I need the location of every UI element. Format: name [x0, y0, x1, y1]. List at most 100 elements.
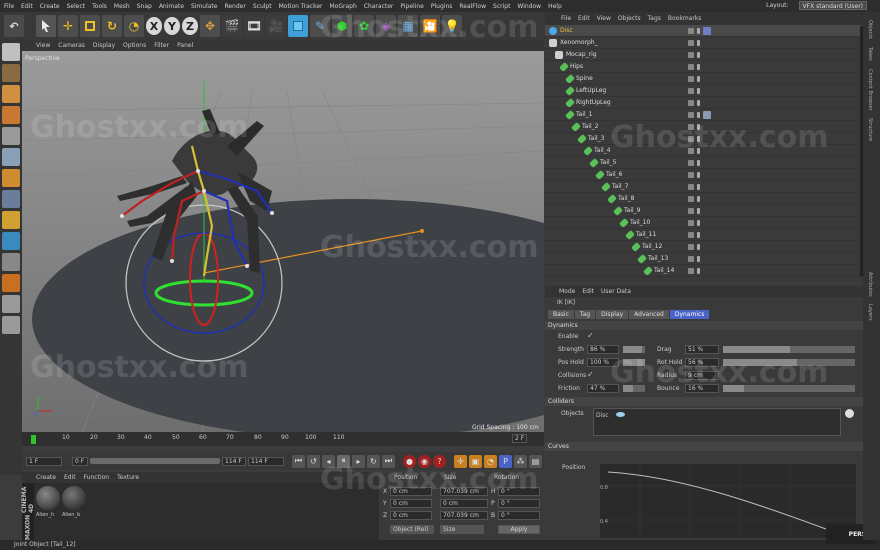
- layer-visibility-icon[interactable]: [688, 267, 694, 274]
- render-dots-icon[interactable]: [697, 231, 700, 238]
- object-flags[interactable]: [688, 195, 700, 202]
- om-menu-tags[interactable]: Tags: [648, 15, 661, 22]
- render-dots-icon[interactable]: [697, 207, 700, 214]
- light-icon[interactable]: 💡: [442, 15, 462, 37]
- strength-slider[interactable]: [623, 346, 645, 353]
- timeline-icon[interactable]: ▤: [529, 454, 542, 468]
- menu-help[interactable]: Help: [548, 3, 562, 10]
- magnet-icon[interactable]: [2, 274, 20, 292]
- dock-tab-objects[interactable]: Objects: [867, 20, 873, 39]
- points-mode-icon[interactable]: [2, 127, 20, 145]
- current-frame-field[interactable]: 2 F: [512, 434, 528, 443]
- object-row[interactable]: Tail_5: [545, 157, 863, 169]
- object-flags[interactable]: [688, 243, 700, 250]
- object-row[interactable]: Disc: [545, 25, 863, 37]
- rot-p-field[interactable]: 0 °: [498, 499, 540, 508]
- bounce-field[interactable]: 16 %: [685, 384, 719, 393]
- layer-visibility-icon[interactable]: [688, 219, 694, 226]
- menu-animate[interactable]: Animate: [159, 3, 184, 10]
- render-dots-icon[interactable]: [697, 63, 700, 70]
- move-icon[interactable]: ✛: [58, 15, 78, 37]
- om-menu-bookmarks[interactable]: Bookmarks: [668, 15, 702, 22]
- object-row[interactable]: Mocap_rig: [545, 49, 863, 61]
- model-mode-icon[interactable]: [2, 64, 20, 82]
- friction-field[interactable]: 47 %: [587, 384, 619, 393]
- layer-visibility-icon[interactable]: [688, 147, 694, 154]
- dock-tab-structure[interactable]: Structure: [867, 118, 873, 141]
- array-icon[interactable]: ✿: [354, 15, 374, 37]
- bounce-slider[interactable]: [723, 385, 855, 392]
- undo-icon[interactable]: ↶: [4, 15, 24, 37]
- layer-visibility-icon[interactable]: [688, 231, 694, 238]
- scale-icon[interactable]: [80, 15, 100, 37]
- key-pla-icon[interactable]: ⁂: [514, 454, 527, 468]
- menu-motion-tracker[interactable]: Motion Tracker: [279, 3, 323, 10]
- om-menu-view[interactable]: View: [597, 15, 611, 22]
- min-frame-field[interactable]: 0 F: [72, 456, 88, 466]
- next-key-icon[interactable]: ↻: [367, 454, 380, 468]
- object-flags[interactable]: [688, 26, 711, 35]
- deformer-icon[interactable]: ◈: [376, 15, 396, 37]
- layer-visibility-icon[interactable]: [688, 183, 694, 190]
- om-menu-edit[interactable]: Edit: [578, 15, 590, 22]
- object-row[interactable]: Tail_8: [545, 193, 863, 205]
- menu-file[interactable]: File: [4, 3, 14, 10]
- menu-snap[interactable]: Snap: [137, 3, 152, 10]
- menu-realflow[interactable]: RealFlow: [459, 3, 486, 10]
- cursor-icon[interactable]: [36, 15, 56, 37]
- tag-icon[interactable]: [703, 110, 711, 119]
- render-dots-icon[interactable]: [697, 99, 700, 106]
- object-row[interactable]: RightUpLeg: [545, 97, 863, 109]
- layer-visibility-icon[interactable]: [688, 195, 694, 202]
- layer-visibility-icon[interactable]: [688, 159, 694, 166]
- material-swatch-alien-b[interactable]: [62, 486, 86, 510]
- collisions-checkbox[interactable]: ✓: [587, 370, 594, 379]
- tag-icon[interactable]: [703, 26, 711, 35]
- x-axis-lock-icon[interactable]: X: [146, 17, 162, 35]
- pause-icon[interactable]: ⏸: [337, 454, 350, 468]
- pos-z-field[interactable]: 0 cm: [390, 511, 432, 520]
- playhead[interactable]: [31, 435, 36, 444]
- go-to-start-icon[interactable]: ⏮: [292, 454, 305, 468]
- dock-tab-layers[interactable]: Layers: [867, 304, 873, 321]
- menu-plugins[interactable]: Plugins: [431, 3, 453, 10]
- tab-basic[interactable]: Basic: [548, 310, 574, 319]
- object-flags[interactable]: [688, 63, 700, 70]
- material-menu-texture[interactable]: Texture: [117, 474, 139, 483]
- object-row[interactable]: Tail_3: [545, 133, 863, 145]
- pos-hold-field[interactable]: 100 %: [587, 358, 619, 367]
- render-dots-icon[interactable]: [697, 75, 700, 82]
- curves-section-header[interactable]: Curves: [545, 442, 863, 451]
- key-rotation-icon[interactable]: ◔: [484, 454, 497, 468]
- render-picture-viewer-icon[interactable]: 🎞: [244, 15, 264, 37]
- subdivision-icon[interactable]: ⬢: [332, 15, 352, 37]
- am-menu-mode[interactable]: Mode: [559, 288, 575, 295]
- object-row[interactable]: Xenomorph_: [545, 37, 863, 49]
- size-x-field[interactable]: 707.039 cm: [440, 487, 488, 496]
- size-y-field[interactable]: 0 cm: [440, 499, 488, 508]
- render-dots-icon[interactable]: [697, 87, 700, 94]
- render-dots-icon[interactable]: [697, 123, 700, 130]
- object-flags[interactable]: [688, 267, 700, 274]
- am-menu-user-data[interactable]: User Data: [601, 288, 631, 295]
- layer-visibility-icon[interactable]: [688, 39, 694, 46]
- object-row[interactable]: Tail_13: [545, 253, 863, 265]
- render-dots-icon[interactable]: [697, 195, 700, 202]
- menu-create[interactable]: Create: [40, 3, 60, 10]
- viewport-menu-display[interactable]: Display: [93, 42, 115, 49]
- dock-tab-takes[interactable]: Takes: [867, 47, 873, 61]
- object-row[interactable]: Spine: [545, 73, 863, 85]
- render-dots-icon[interactable]: [697, 255, 700, 262]
- material-menu-edit[interactable]: Edit: [64, 474, 76, 483]
- make-editable-icon[interactable]: [2, 43, 20, 61]
- tab-display[interactable]: Display: [596, 310, 629, 319]
- spline-pen-icon[interactable]: ✎: [310, 15, 330, 37]
- workplane-grid-icon[interactable]: [2, 316, 20, 334]
- position-curve-graph[interactable]: 0.8 0.4: [600, 464, 856, 538]
- rot-h-field[interactable]: 0 °: [498, 487, 540, 496]
- record-icon[interactable]: ●: [403, 454, 416, 468]
- object-flags[interactable]: [688, 110, 711, 119]
- rot-hold-field[interactable]: 56 %: [685, 358, 719, 367]
- render-dots-icon[interactable]: [697, 135, 700, 142]
- object-row[interactable]: Tail_2: [545, 121, 863, 133]
